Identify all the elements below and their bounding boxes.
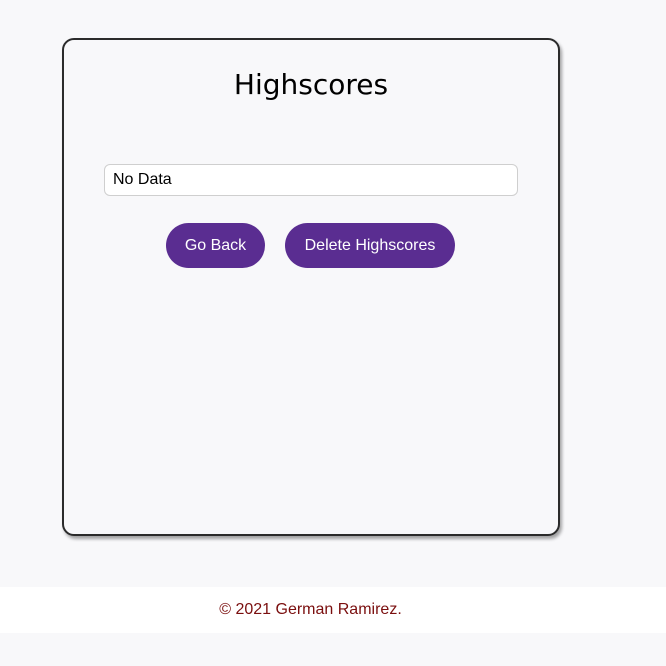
go-back-button[interactable]: Go Back xyxy=(166,223,265,268)
highscores-list: No Data xyxy=(104,164,518,196)
footer: © 2021 German Ramirez. xyxy=(0,587,666,633)
page: Highscores No Data Go Back Delete Highsc… xyxy=(0,0,666,666)
page-title: Highscores xyxy=(233,68,389,101)
highscores-card: Highscores No Data Go Back Delete Highsc… xyxy=(62,38,560,536)
delete-highscores-button[interactable]: Delete Highscores xyxy=(285,223,455,268)
highscores-empty-text: No Data xyxy=(113,171,172,188)
footer-copyright: © 2021 German Ramirez. xyxy=(219,601,402,618)
